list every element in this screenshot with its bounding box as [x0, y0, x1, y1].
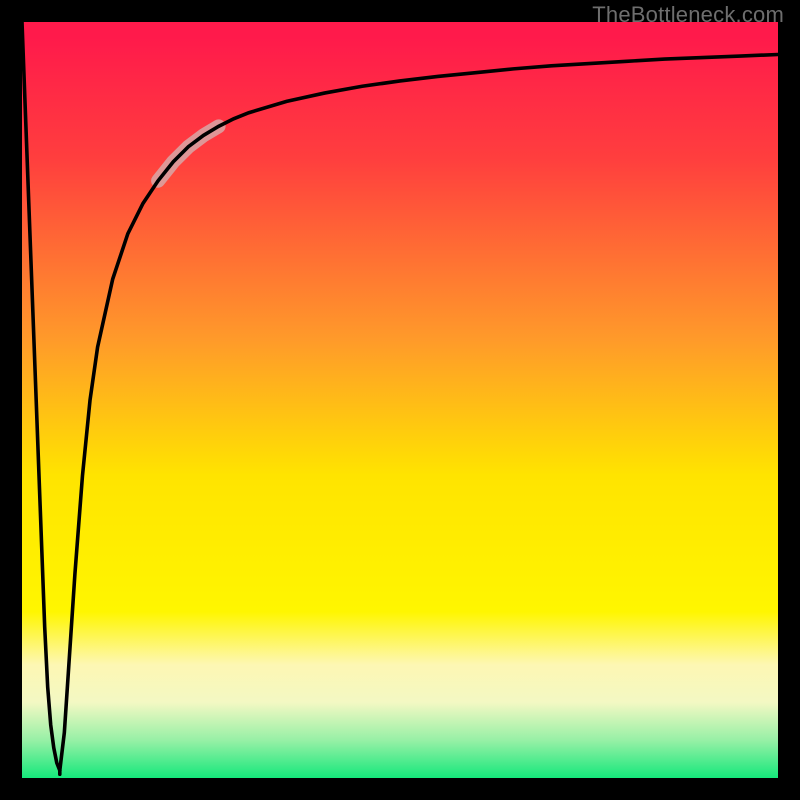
- left-drop-curve: [22, 22, 60, 770]
- plot-area: [22, 22, 778, 778]
- curve-layer: [22, 22, 778, 778]
- highlight-segment: [158, 126, 218, 180]
- chart-stage: TheBottleneck.com: [0, 0, 800, 800]
